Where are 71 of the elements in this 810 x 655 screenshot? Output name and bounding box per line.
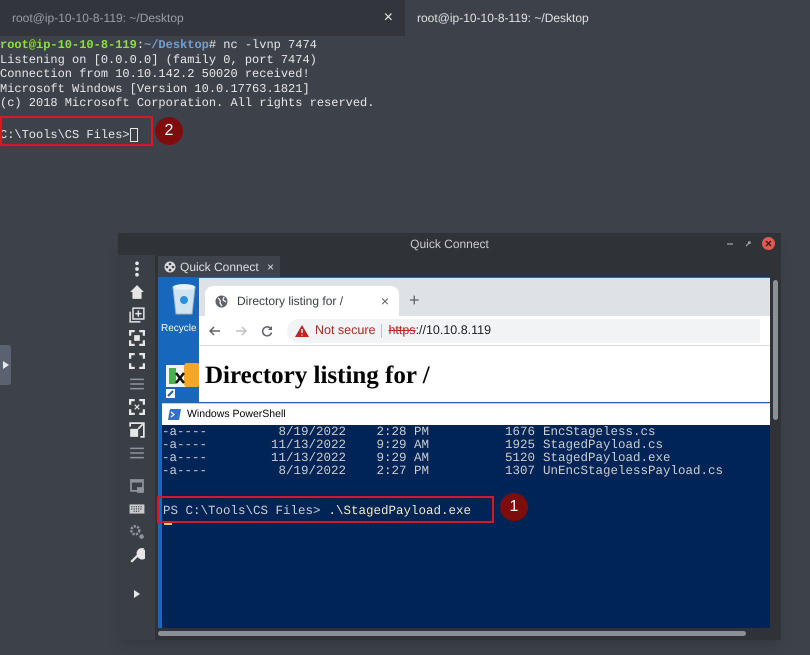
terminal-line: Microsoft Windows [Version 10.0.17763.1821] [0, 82, 311, 96]
table-cell: StagedPayload.cs [543, 439, 664, 452]
wrench-icon[interactable] [128, 547, 144, 563]
command-text: .\StagedPayload.exe [328, 504, 472, 518]
table-cell-text: 11/13/2022 [270, 439, 346, 452]
terminal-line: Listening on [0.0.0.0] (family 0, port 7474) [0, 52, 318, 67]
browser-tab[interactable]: Directory listing for / × [205, 286, 399, 316]
table-cell-text: 2:27 PM [375, 465, 429, 478]
globe-icon [215, 294, 228, 308]
fullscreen-icon[interactable] [128, 353, 144, 369]
scrollbar[interactable] [158, 631, 746, 636]
resize-icon[interactable] [128, 399, 144, 415]
terminal-line: Connection from 10.10.142.2 50020 received! [0, 67, 311, 82]
window-title: Quick Connect [410, 236, 489, 253]
settings-icon[interactable] [128, 524, 144, 540]
fit-screen-icon[interactable] [128, 330, 144, 346]
cursor [130, 128, 138, 142]
table-cell: StagedPayload.exe [543, 452, 671, 465]
table-cell-text: 8/19/2022 [277, 426, 346, 439]
table-cell-text: 9:29 AM [375, 452, 429, 465]
list-icon[interactable] [128, 445, 144, 461]
warning-icon [295, 324, 309, 336]
address-bar[interactable]: Not secure https://10.10.8.119 [287, 318, 760, 342]
url-text: https://10.10.8.119 [388, 322, 492, 340]
table-cell-text: 8/19/2022 [277, 465, 346, 478]
close-tab-button[interactable]: × [380, 290, 389, 312]
scrollbar[interactable] [773, 280, 778, 420]
step-badge: 2 [155, 117, 183, 145]
table-cell-text: -a---- [162, 452, 208, 465]
terminal-line: root@ip-10-10-8-119:~/Desktop# nc -lvnp 7474 [0, 38, 318, 52]
terminal-tab[interactable]: root@ip-10-10-8-119: ~/Desktop × [0, 0, 405, 36]
list-icon[interactable] [128, 376, 144, 392]
side-handle[interactable] [0, 345, 11, 385]
table-cell-text: 5120 [504, 452, 535, 465]
cursor [164, 522, 172, 525]
table-cell-text: 1676 [504, 426, 535, 439]
table-cell-text: 2:28 PM [375, 426, 429, 439]
table-cell-text: -a---- [162, 439, 208, 452]
scale-icon[interactable] [128, 422, 144, 438]
app-icon[interactable] [166, 363, 200, 399]
table-cell-text: -a---- [162, 426, 208, 439]
security-label: Not secure [315, 322, 376, 340]
close-icon[interactable] [762, 237, 775, 250]
close-tab-button[interactable]: × [384, 6, 393, 30]
back-icon[interactable] [209, 324, 221, 336]
table-cell-text: 1925 [504, 439, 535, 452]
powershell-icon [168, 409, 181, 420]
connect-icon [164, 260, 176, 272]
table-cell: EncStageless.cs [543, 426, 656, 439]
close-tab-button[interactable]: × [266, 258, 274, 276]
table-cell-text: 9:29 AM [375, 439, 429, 452]
table-cell-text: 11/13/2022 [270, 452, 346, 465]
desktop-icon-label: Recycle [161, 322, 197, 336]
add-window-icon[interactable] [128, 307, 144, 323]
restore-icon[interactable] [744, 240, 752, 248]
table-cell-text: -a---- [162, 465, 208, 478]
recycle-bin-icon[interactable] [170, 283, 198, 315]
prompt-text: PS C:\Tools\CS Files> [163, 504, 321, 518]
home-icon[interactable] [128, 284, 144, 300]
new-tab-button[interactable]: + [409, 286, 420, 314]
terminal-line: C:\Tools\CS Files> [0, 128, 130, 142]
expand-icon[interactable] [134, 590, 140, 598]
session-tab[interactable]: Quick Connect × [158, 256, 280, 277]
terminal-tab[interactable]: root@ip-10-10-8-119: ~/Desktop [405, 0, 810, 36]
page-heading: Directory listing for / [204, 361, 431, 391]
reload-icon[interactable] [261, 324, 273, 336]
window-title: Windows PowerShell [187, 406, 286, 422]
window-icon[interactable] [128, 478, 144, 494]
terminal-line: (c) 2018 Microsoft Corporation. All rights reserved. [0, 96, 376, 110]
table-cell: UnEncStagelessPayload.cs [543, 465, 724, 478]
table-cell-text: 1307 [504, 465, 535, 478]
